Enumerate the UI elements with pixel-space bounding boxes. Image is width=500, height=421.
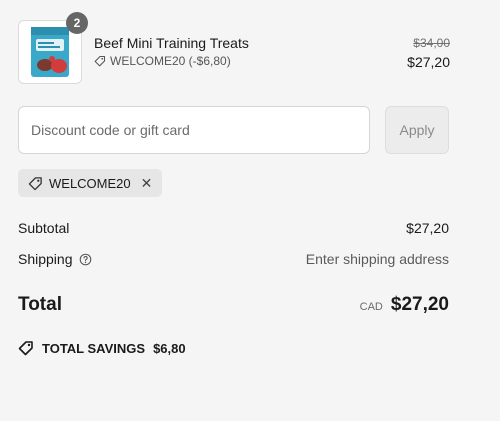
total-savings: TOTAL SAVINGS $6,80 bbox=[18, 340, 186, 356]
discounted-price: $27,20 bbox=[407, 54, 450, 70]
help-icon[interactable] bbox=[79, 253, 92, 266]
savings-value: $6,80 bbox=[153, 340, 186, 356]
shipping-row: Shipping Enter shipping address bbox=[18, 251, 449, 267]
quantity-badge: 2 bbox=[66, 12, 88, 34]
tag-icon bbox=[18, 341, 33, 356]
shipping-value: Enter shipping address bbox=[305, 251, 449, 267]
shipping-label: Shipping bbox=[18, 251, 73, 267]
discount-code-input[interactable] bbox=[18, 106, 370, 154]
item-discount-text: WELCOME20 (-$6,80) bbox=[110, 54, 231, 68]
savings-label: TOTAL SAVINGS bbox=[42, 340, 146, 356]
applied-discount-chip: WELCOME20 ✕ bbox=[18, 169, 163, 197]
subtotal-value: $27,20 bbox=[406, 220, 449, 236]
product-title: Beef Mini Training Treats bbox=[94, 35, 249, 51]
subtotal-row: Subtotal $27,20 bbox=[18, 220, 449, 236]
applied-code-text: WELCOME20 bbox=[49, 175, 131, 191]
total-value: $27,20 bbox=[390, 294, 449, 315]
original-price: $34,00 bbox=[413, 36, 450, 50]
tag-icon bbox=[28, 176, 42, 190]
subtotal-label: Subtotal bbox=[18, 220, 70, 236]
total-label: Total bbox=[18, 294, 62, 315]
currency-code: CAD bbox=[359, 301, 383, 313]
item-discount: WELCOME20 (-$6,80) bbox=[94, 54, 231, 68]
apply-button[interactable]: Apply bbox=[385, 106, 449, 154]
cart-line-item: 2 Beef Mini Training Treats WELCOME20 (-… bbox=[18, 12, 450, 84]
total-row: Total CAD $27,20 bbox=[18, 292, 449, 318]
tag-icon bbox=[94, 55, 106, 67]
close-icon[interactable]: ✕ bbox=[141, 175, 153, 192]
